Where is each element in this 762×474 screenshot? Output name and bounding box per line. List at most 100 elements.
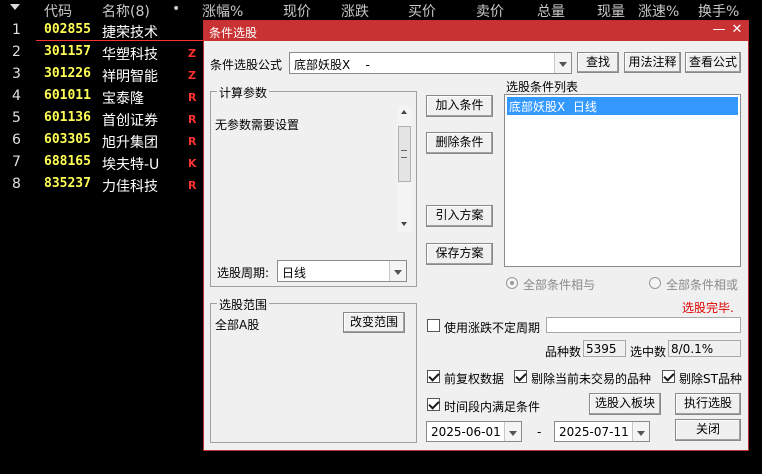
table-header: 代码 名称(8) • 涨幅% 现价 涨跌 买价 卖价 总量 现量 涨速% 换手% xyxy=(0,0,762,20)
table-row[interactable]: 3 301226 祥明智能 Z xyxy=(0,64,210,86)
table-row[interactable]: 7 688165 埃夫特-U K xyxy=(0,152,210,174)
table-row[interactable]: 4 601011 宝泰隆 R xyxy=(0,86,210,108)
header-change-pct[interactable]: 涨幅% xyxy=(202,1,243,21)
scope-group-label: 选股范围 xyxy=(217,296,270,313)
exclude-st-label: 剔除ST品种 xyxy=(679,372,742,386)
selected-field: 8/0.1% xyxy=(668,340,741,357)
count-field: 5395 xyxy=(583,340,626,357)
chevron-down-icon[interactable] xyxy=(632,422,649,441)
condition-list[interactable]: 底部妖股X 日线 xyxy=(504,94,741,267)
time-period-checkbox[interactable] xyxy=(427,398,440,411)
params-text: 无参数需要设置 xyxy=(215,118,300,132)
stock-code: 601011 xyxy=(44,88,91,103)
usage-notes-button[interactable]: 用法注释 xyxy=(624,52,681,73)
use-period-checkbox[interactable] xyxy=(427,319,440,332)
radio-and[interactable] xyxy=(506,277,518,289)
table-row[interactable]: 5 601136 首创证券 R xyxy=(0,108,210,130)
header-price[interactable]: 现价 xyxy=(283,1,311,21)
forward-adjust-checkbox[interactable] xyxy=(427,370,440,383)
radio-or-label: 全部条件相或 xyxy=(666,278,739,292)
exclude-st-checkbox[interactable] xyxy=(662,370,675,383)
stock-name: 埃夫特-U xyxy=(102,157,160,173)
header-turnover[interactable]: 换手% xyxy=(698,1,739,21)
row-number: 7 xyxy=(12,154,21,170)
minimize-icon[interactable]: — xyxy=(712,23,726,37)
row-number: 6 xyxy=(12,132,21,148)
stock-name: 首创证券 xyxy=(102,113,158,129)
header-name[interactable]: 名称(8) xyxy=(102,1,150,21)
selected-value: 8/0.1% xyxy=(671,342,714,356)
condition-list-label: 选股条件列表 xyxy=(506,80,579,94)
radio-or[interactable] xyxy=(649,277,661,289)
table-row[interactable]: 1 002855 捷荣技术 xyxy=(0,20,210,42)
period-value: 日线 xyxy=(282,266,307,280)
table-row[interactable]: 8 835237 力佳科技 R xyxy=(0,174,210,196)
header-menu-icon[interactable] xyxy=(10,4,20,10)
formula-label: 条件选股公式 xyxy=(210,58,283,72)
stock-code: 301226 xyxy=(44,66,91,81)
stock-code: 002855 xyxy=(44,22,91,37)
row-number: 2 xyxy=(12,44,21,60)
stock-flag: Z xyxy=(188,69,196,82)
stock-name: 华塑科技 xyxy=(102,47,158,63)
row-number: 1 xyxy=(12,22,21,38)
chevron-down-icon[interactable] xyxy=(554,53,571,73)
scroll-grip-icon xyxy=(401,150,407,158)
date-to-value: 2025-07-11 xyxy=(559,425,629,439)
stock-code: 688165 xyxy=(44,154,91,169)
header-code[interactable]: 代码 xyxy=(44,1,72,21)
scope-group: 选股范围 全部A股 改变范围 xyxy=(210,296,417,443)
chevron-down-icon[interactable] xyxy=(504,422,521,441)
list-item[interactable]: 底部妖股X 日线 xyxy=(507,97,738,115)
import-scheme-button[interactable]: 引入方案 xyxy=(426,205,493,227)
table-row[interactable]: 6 603305 旭升集团 R xyxy=(0,130,210,152)
header-speed[interactable]: 涨速% xyxy=(638,1,679,21)
period-input[interactable] xyxy=(546,317,741,333)
condition-select-dialog: 条件选股 — ✕ 条件选股公式 底部妖股X - 查找 用法注释 查看公式 计算参… xyxy=(203,20,749,451)
period-select[interactable]: 日线 xyxy=(277,260,407,282)
date-to-select[interactable]: 2025-07-11 xyxy=(554,421,650,442)
params-scrollbar[interactable] xyxy=(397,106,412,232)
stock-name: 祥明智能 xyxy=(102,69,158,85)
date-from-select[interactable]: 2025-06-01 xyxy=(426,421,522,442)
view-formula-button[interactable]: 查看公式 xyxy=(685,52,741,73)
stock-code: 301157 xyxy=(44,44,91,59)
header-volume[interactable]: 总量 xyxy=(537,1,565,21)
remove-condition-button[interactable]: 删除条件 xyxy=(426,132,493,154)
find-button[interactable]: 查找 xyxy=(577,52,619,73)
stock-code: 601136 xyxy=(44,110,91,125)
time-period-label: 时间段内满足条件 xyxy=(444,400,541,414)
stock-flag: R xyxy=(188,91,197,104)
save-scheme-button[interactable]: 保存方案 xyxy=(426,243,493,265)
count-value: 5395 xyxy=(586,342,617,356)
stock-flag: Z xyxy=(188,47,196,60)
dialog-titlebar[interactable]: 条件选股 — ✕ xyxy=(204,21,748,41)
stock-flag: R xyxy=(188,179,197,192)
close-icon[interactable]: ✕ xyxy=(730,23,744,37)
row-number: 3 xyxy=(12,66,21,82)
exclude-untraded-checkbox[interactable] xyxy=(514,370,527,383)
stock-flag: K xyxy=(188,157,197,170)
table-row[interactable]: 2 301157 华塑科技 Z xyxy=(0,42,210,64)
chevron-down-icon[interactable] xyxy=(389,261,406,281)
radio-and-label: 全部条件相与 xyxy=(523,278,596,292)
add-condition-button[interactable]: 加入条件 xyxy=(426,95,493,117)
change-scope-button[interactable]: 改变范围 xyxy=(343,312,405,333)
row-number: 5 xyxy=(12,110,21,126)
formula-select[interactable]: 底部妖股X - xyxy=(289,52,572,74)
header-change[interactable]: 涨跌 xyxy=(341,1,369,21)
stock-name: 宝泰隆 xyxy=(102,91,144,107)
header-ask[interactable]: 卖价 xyxy=(476,1,504,21)
row-selection-line xyxy=(36,40,206,41)
execute-select-button[interactable]: 执行选股 xyxy=(675,393,741,415)
add-to-board-button[interactable]: 选股入板块 xyxy=(589,393,661,415)
header-last-vol[interactable]: 现量 xyxy=(597,1,625,21)
close-button[interactable]: 关闭 xyxy=(675,419,741,441)
date-from-value: 2025-06-01 xyxy=(431,425,501,439)
stock-flag: R xyxy=(188,135,197,148)
scroll-down-icon[interactable] xyxy=(401,222,407,226)
scroll-up-icon[interactable] xyxy=(401,110,407,114)
stock-code: 603305 xyxy=(44,132,91,147)
forward-adjust-label: 前复权数据 xyxy=(444,372,505,386)
header-bid[interactable]: 买价 xyxy=(408,1,436,21)
